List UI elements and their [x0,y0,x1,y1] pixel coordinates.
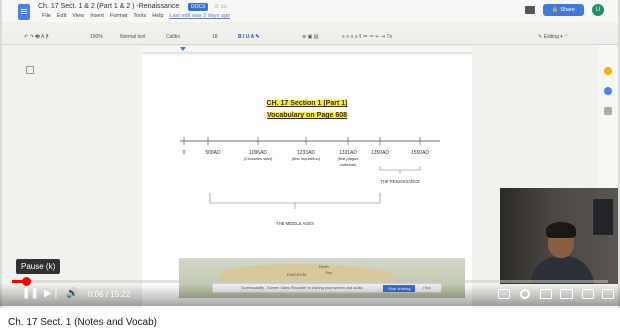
video-title: Ch. 17 Sect. 1 (Notes and Vocab) [8,317,157,328]
volume-icon[interactable]: 🔊 [66,288,78,300]
gear-icon[interactable] [520,289,530,299]
renaissance-bracket [379,166,421,173]
tick-label-0: 0 [183,150,186,156]
tick-sub-1233: (first Inquisition) [292,156,321,161]
comment-icon [524,6,535,14]
docs-header: Ch. 17 Sect. 1 & 2 (Part 1 & 2 ) -Renais… [2,0,618,22]
calendar-icon [604,107,612,115]
doc-heading-line1: CH. 17 Section 1 (Part 1) [266,100,348,107]
font-select: Calibri [166,34,181,40]
tick-sub-1096: (Crusades start) [244,156,273,161]
align-icons: ≡ ≡ ≡ ≡ ‖ ≔ ≔ ⇤ ⇥ Tx [342,34,393,40]
miniplayer-icon[interactable] [540,289,552,299]
style-select: Normal text [120,34,146,40]
tick-label-1350: 1350AD [371,150,389,156]
time-display: 0:06 / 15:22 [88,290,130,299]
doc-heading-line2: Vocabulary on Page 608 [266,112,347,119]
insert-icons: ⊕ ▣ ▤ [302,34,319,40]
star-folder-icons: ☆ ▭ [214,4,227,10]
undo-redo-icons: ↶ ↷ 🖶 A ⁋ [24,34,49,40]
webcam-overlay [500,188,618,284]
menu-help: Help [152,13,164,19]
cast-icon[interactable] [582,289,594,299]
time-current: 0:06 [88,290,104,299]
video-player[interactable]: Ch. 17 Sect. 1 & 2 (Part 1 & 2 ) -Renais… [0,0,620,308]
last-edit-link: Last edit was 2 days ago [169,13,231,19]
progress-bar[interactable] [12,277,608,286]
middle-ages-label: THE MIDDLE AGES [276,221,314,226]
map-label-kingdom: KINGDOM [287,272,307,277]
menu-tools: Tools [133,13,147,19]
tick-sub-1331: (first plague [338,156,360,161]
avatar: U [592,4,604,16]
theater-mode-icon[interactable] [560,289,573,299]
doc-title: Ch. 17 Sect. 1 & 2 (Part 1 & 2 ) -Renais… [38,3,180,10]
youtube-watch-page: Ch. 17 Sect. 1 & 2 (Part 1 & 2 ) -Renais… [0,0,620,335]
docx-badge: DOCX [188,3,209,11]
share-button: 🔒 Share [542,4,584,16]
docs-top-right: 🔒 Share U [524,4,604,16]
keep-icon [604,67,612,75]
timeline-diagram: 0 500AD 1096AD (Crusades start) 1233AD (… [180,137,440,226]
menu-insert: Insert [90,13,104,19]
format-icons: B I U A ✎ [238,34,260,40]
docs-toolbar: ↶ ↷ 🖶 A ⁋ 100% Normal text Calibri 18 B … [2,31,618,45]
editing-mode: ✎ Editing ▾ ⌃ [538,34,569,40]
tasks-icon [604,87,612,95]
ruler-indent-marker [180,47,186,51]
player-controls: ❚❚ ▶❘ 🔊 0:06 / 15:22 CC [0,284,620,306]
time-total: 15:22 [110,290,131,299]
menu-edit: Edit [56,13,67,19]
map-label-sea: Sea [325,270,333,275]
renaissance-label: THE RENAISSANCE [380,179,420,184]
fullscreen-icon[interactable] [602,289,614,299]
tick-label-1550: 1550AD [411,150,429,156]
outline-icon [26,66,34,74]
docs-menubar: File Edit View Insert Format Tools Help … [42,13,230,19]
font-size-select: 18 [212,34,218,40]
presenter-hair [546,222,576,238]
tick-sub-1331-line2: outbreak) [340,162,358,167]
pause-tooltip: Pause (k) [16,259,61,274]
pause-icon[interactable]: ❚❚ [22,288,39,300]
next-icon[interactable]: ▶❘ [44,288,60,300]
map-label-north: North [319,264,329,269]
menu-view: View [72,13,85,19]
tick-label-500: 500AD [205,150,221,156]
webcam-shelf [592,198,614,236]
zoom-select: 100% [90,34,103,40]
menu-format: Format [109,13,128,19]
menu-file: File [42,13,51,19]
docs-logo-icon [18,4,30,20]
captions-icon[interactable]: CC [498,289,510,299]
middle-ages-bracket [209,193,381,209]
ruler [142,47,472,53]
side-panel [598,45,618,195]
